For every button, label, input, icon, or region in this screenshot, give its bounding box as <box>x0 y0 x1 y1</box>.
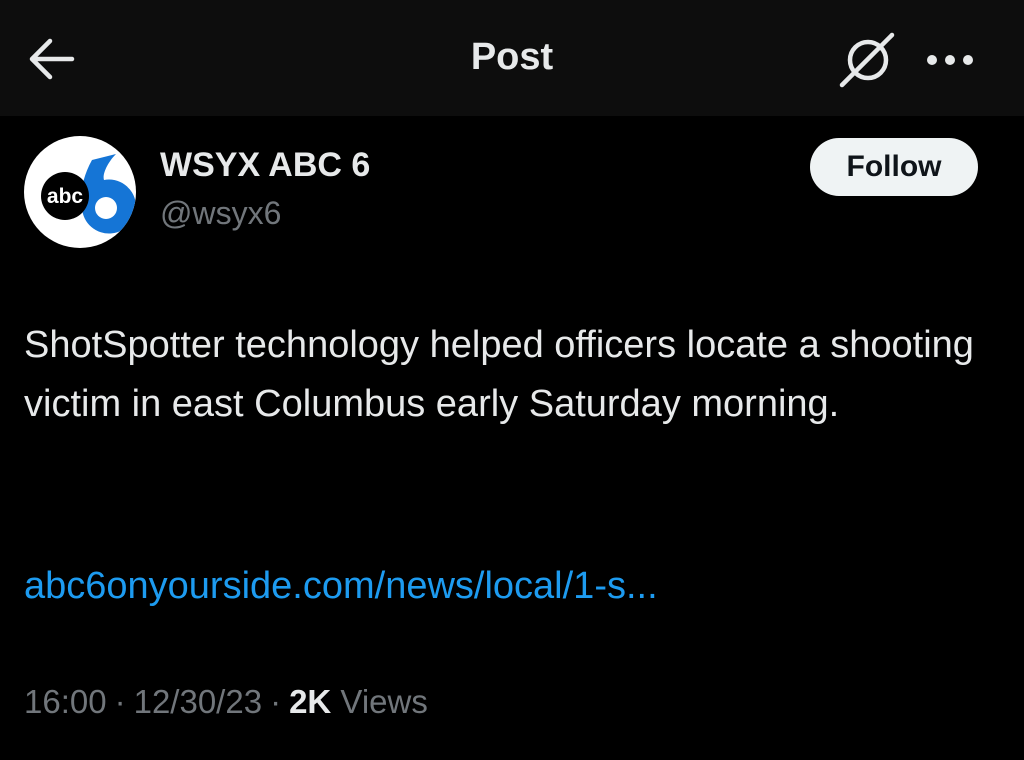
top-bar: Post <box>0 0 1024 116</box>
arrow-left-icon <box>29 38 75 80</box>
post-text: ShotSpotter technology helped officers l… <box>24 324 974 425</box>
meta-separator: · <box>270 683 282 720</box>
grok-button[interactable] <box>836 30 900 90</box>
abc6-logo: abc <box>41 154 136 234</box>
more-options-button[interactable] <box>920 40 980 80</box>
follow-button[interactable]: Follow <box>810 138 978 196</box>
post-date[interactable]: 12/30/23 <box>134 683 262 720</box>
meta-separator: · <box>114 683 126 720</box>
more-horizontal-icon <box>927 55 973 65</box>
author-handle[interactable]: @wsyx6 <box>160 195 281 232</box>
grok-icon <box>839 32 895 88</box>
avatar[interactable]: abc <box>24 136 136 248</box>
post-link[interactable]: abc6onyourside.com/news/local/1-s... <box>24 557 658 616</box>
abc-logo-text: abc <box>47 185 84 208</box>
views-label: Views <box>340 683 428 720</box>
views-count: 2K <box>289 683 332 720</box>
back-button[interactable] <box>24 34 80 84</box>
author-display-name[interactable]: WSYX ABC 6 <box>160 146 370 185</box>
post-meta: 16:00 · 12/30/23 · 2K Views <box>24 683 428 721</box>
post-time[interactable]: 16:00 <box>24 683 107 720</box>
